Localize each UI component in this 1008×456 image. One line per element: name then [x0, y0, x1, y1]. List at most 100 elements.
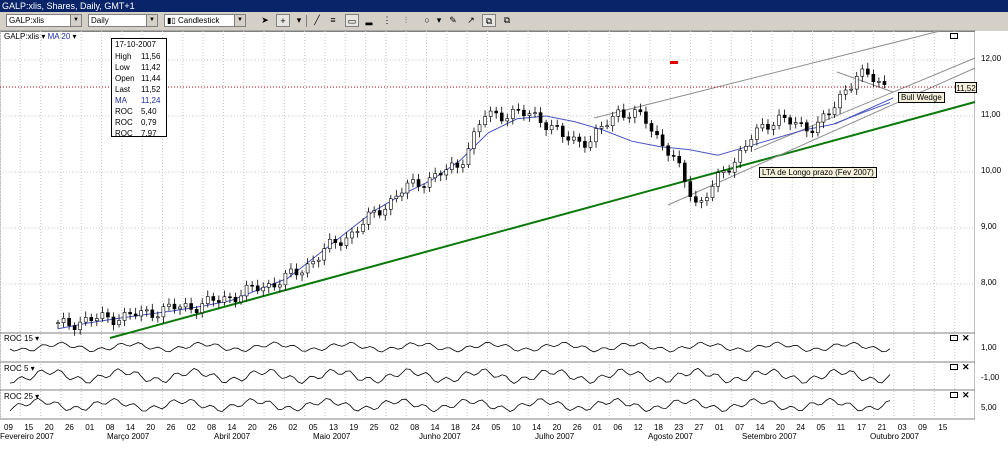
date-tick-label: 08 — [410, 423, 420, 432]
date-tick-label: 18 — [450, 423, 460, 432]
date-tick-label: 20 — [44, 423, 54, 432]
candle-body — [621, 109, 626, 118]
month-label: Setembro 2007 — [742, 432, 797, 441]
y-tick-label: 8,00 — [981, 278, 997, 287]
candle-body — [394, 195, 399, 200]
candle-body — [261, 286, 266, 292]
data-row-value: 11,44 — [141, 74, 161, 83]
candle-body — [205, 296, 210, 304]
candle-body — [300, 272, 304, 276]
candle-body — [655, 130, 659, 136]
candle-body — [605, 125, 609, 128]
maximize-panel-button[interactable] — [950, 364, 958, 370]
candle-body — [743, 145, 748, 151]
candle-body — [699, 200, 704, 203]
candle-body — [89, 317, 94, 322]
date-tick-label: 15 — [938, 423, 948, 432]
date-tick-label: 25 — [369, 423, 379, 432]
candle-body — [588, 141, 593, 148]
data-window: 17-10-2007 High 11,56 Low 11,42 Open 11,44 … — [111, 38, 167, 138]
data-row-value: 11,52 — [141, 85, 161, 94]
candle-body — [178, 306, 182, 310]
date-tick-label: 01 — [714, 423, 724, 432]
date-tick-label: 10 — [511, 423, 521, 432]
channel-middle-line[interactable] — [753, 57, 976, 151]
candle-body — [793, 122, 798, 125]
date-tick-label: 20 — [247, 423, 257, 432]
date-tick-label: 26 — [64, 423, 74, 432]
date-tick-label: 15 — [24, 423, 34, 432]
date-tick-label: 07 — [735, 423, 745, 432]
candle-body — [599, 126, 604, 129]
candle-body — [316, 259, 321, 262]
candle-body — [827, 113, 831, 116]
lta-annotation[interactable]: LTA de Longo prazo (Fev 2007) — [759, 167, 877, 178]
candle-body — [816, 121, 820, 133]
date-tick-label: 21 — [877, 423, 887, 432]
roc25-panel-label[interactable]: ROC 25 ▾ — [4, 392, 39, 401]
date-tick-label: 20 — [552, 423, 562, 432]
candle-body — [638, 109, 643, 113]
candle-body — [422, 186, 426, 188]
date-tick-label: 09 — [918, 423, 927, 432]
y-tick-label: 11,00 — [981, 110, 1001, 119]
candle-body — [455, 162, 460, 168]
data-row-key: Low — [115, 63, 130, 72]
candle-body — [705, 197, 709, 201]
date-tick-label: 02 — [389, 423, 399, 432]
close-icon[interactable]: ✕ — [962, 334, 970, 343]
candle-body — [167, 303, 171, 307]
date-tick-label: 24 — [796, 423, 806, 432]
candles-group — [56, 62, 887, 336]
date-tick-label: 27 — [694, 423, 704, 432]
candle-body — [56, 322, 60, 324]
roc15-panel-label[interactable]: ROC 15 ▾ — [4, 334, 39, 343]
month-label: Março 2007 — [107, 432, 150, 441]
ma-indicator-label: MA 20 — [47, 32, 71, 41]
date-axis: 09 15 20 26 01 08 14 20 26 02 08 14 20 26 02 05 13 19 25 02… — [0, 419, 975, 456]
bull-wedge-annotation[interactable]: Bull Wedge — [898, 92, 945, 103]
channel-upper-line[interactable] — [593, 30, 941, 119]
channel-lower-line[interactable] — [667, 67, 976, 206]
maximize-panel-button[interactable] — [950, 392, 958, 398]
maximize-panel-button[interactable] — [950, 33, 958, 39]
date-tick-label: 06 — [613, 423, 623, 432]
candle-body — [305, 263, 310, 274]
candle-body — [128, 312, 132, 315]
candle-body — [666, 145, 670, 156]
candle-body — [450, 162, 454, 170]
candle-body — [189, 303, 193, 310]
candle-body — [716, 172, 720, 187]
candle-body — [516, 109, 521, 111]
candle-body — [766, 123, 770, 130]
candle-body — [211, 296, 216, 301]
candle-body — [505, 118, 510, 122]
candle-body — [95, 318, 99, 322]
candle-body — [383, 208, 388, 216]
candle-body — [511, 109, 515, 119]
candle-body — [577, 136, 582, 142]
candle-body — [755, 127, 759, 140]
data-row-value: 7,97 — [141, 129, 157, 138]
candle-body — [483, 116, 487, 125]
candle-body — [83, 317, 88, 323]
main-panel-label[interactable]: GALP:xlis ▾ MA 20 ▾ — [4, 32, 77, 41]
candle-body — [400, 192, 404, 197]
candle-body — [721, 170, 726, 173]
candle-body — [416, 179, 421, 187]
candle-body — [821, 113, 826, 123]
candle-body — [738, 149, 743, 163]
candle-body — [488, 110, 493, 117]
candle-body — [854, 76, 859, 90]
close-icon[interactable]: ✕ — [962, 363, 970, 372]
roc15-tick-label: 1,00 — [981, 343, 997, 352]
roc5-panel-label[interactable]: ROC 5 ▾ — [4, 364, 35, 373]
candle-body — [183, 303, 188, 308]
candle-body — [832, 107, 837, 115]
close-icon[interactable]: ✕ — [962, 391, 970, 400]
maximize-panel-button[interactable] — [950, 335, 958, 341]
long-trend-line[interactable] — [109, 101, 976, 339]
alert-marker — [670, 61, 678, 64]
candle-body — [771, 125, 776, 130]
candle-body — [233, 296, 238, 303]
